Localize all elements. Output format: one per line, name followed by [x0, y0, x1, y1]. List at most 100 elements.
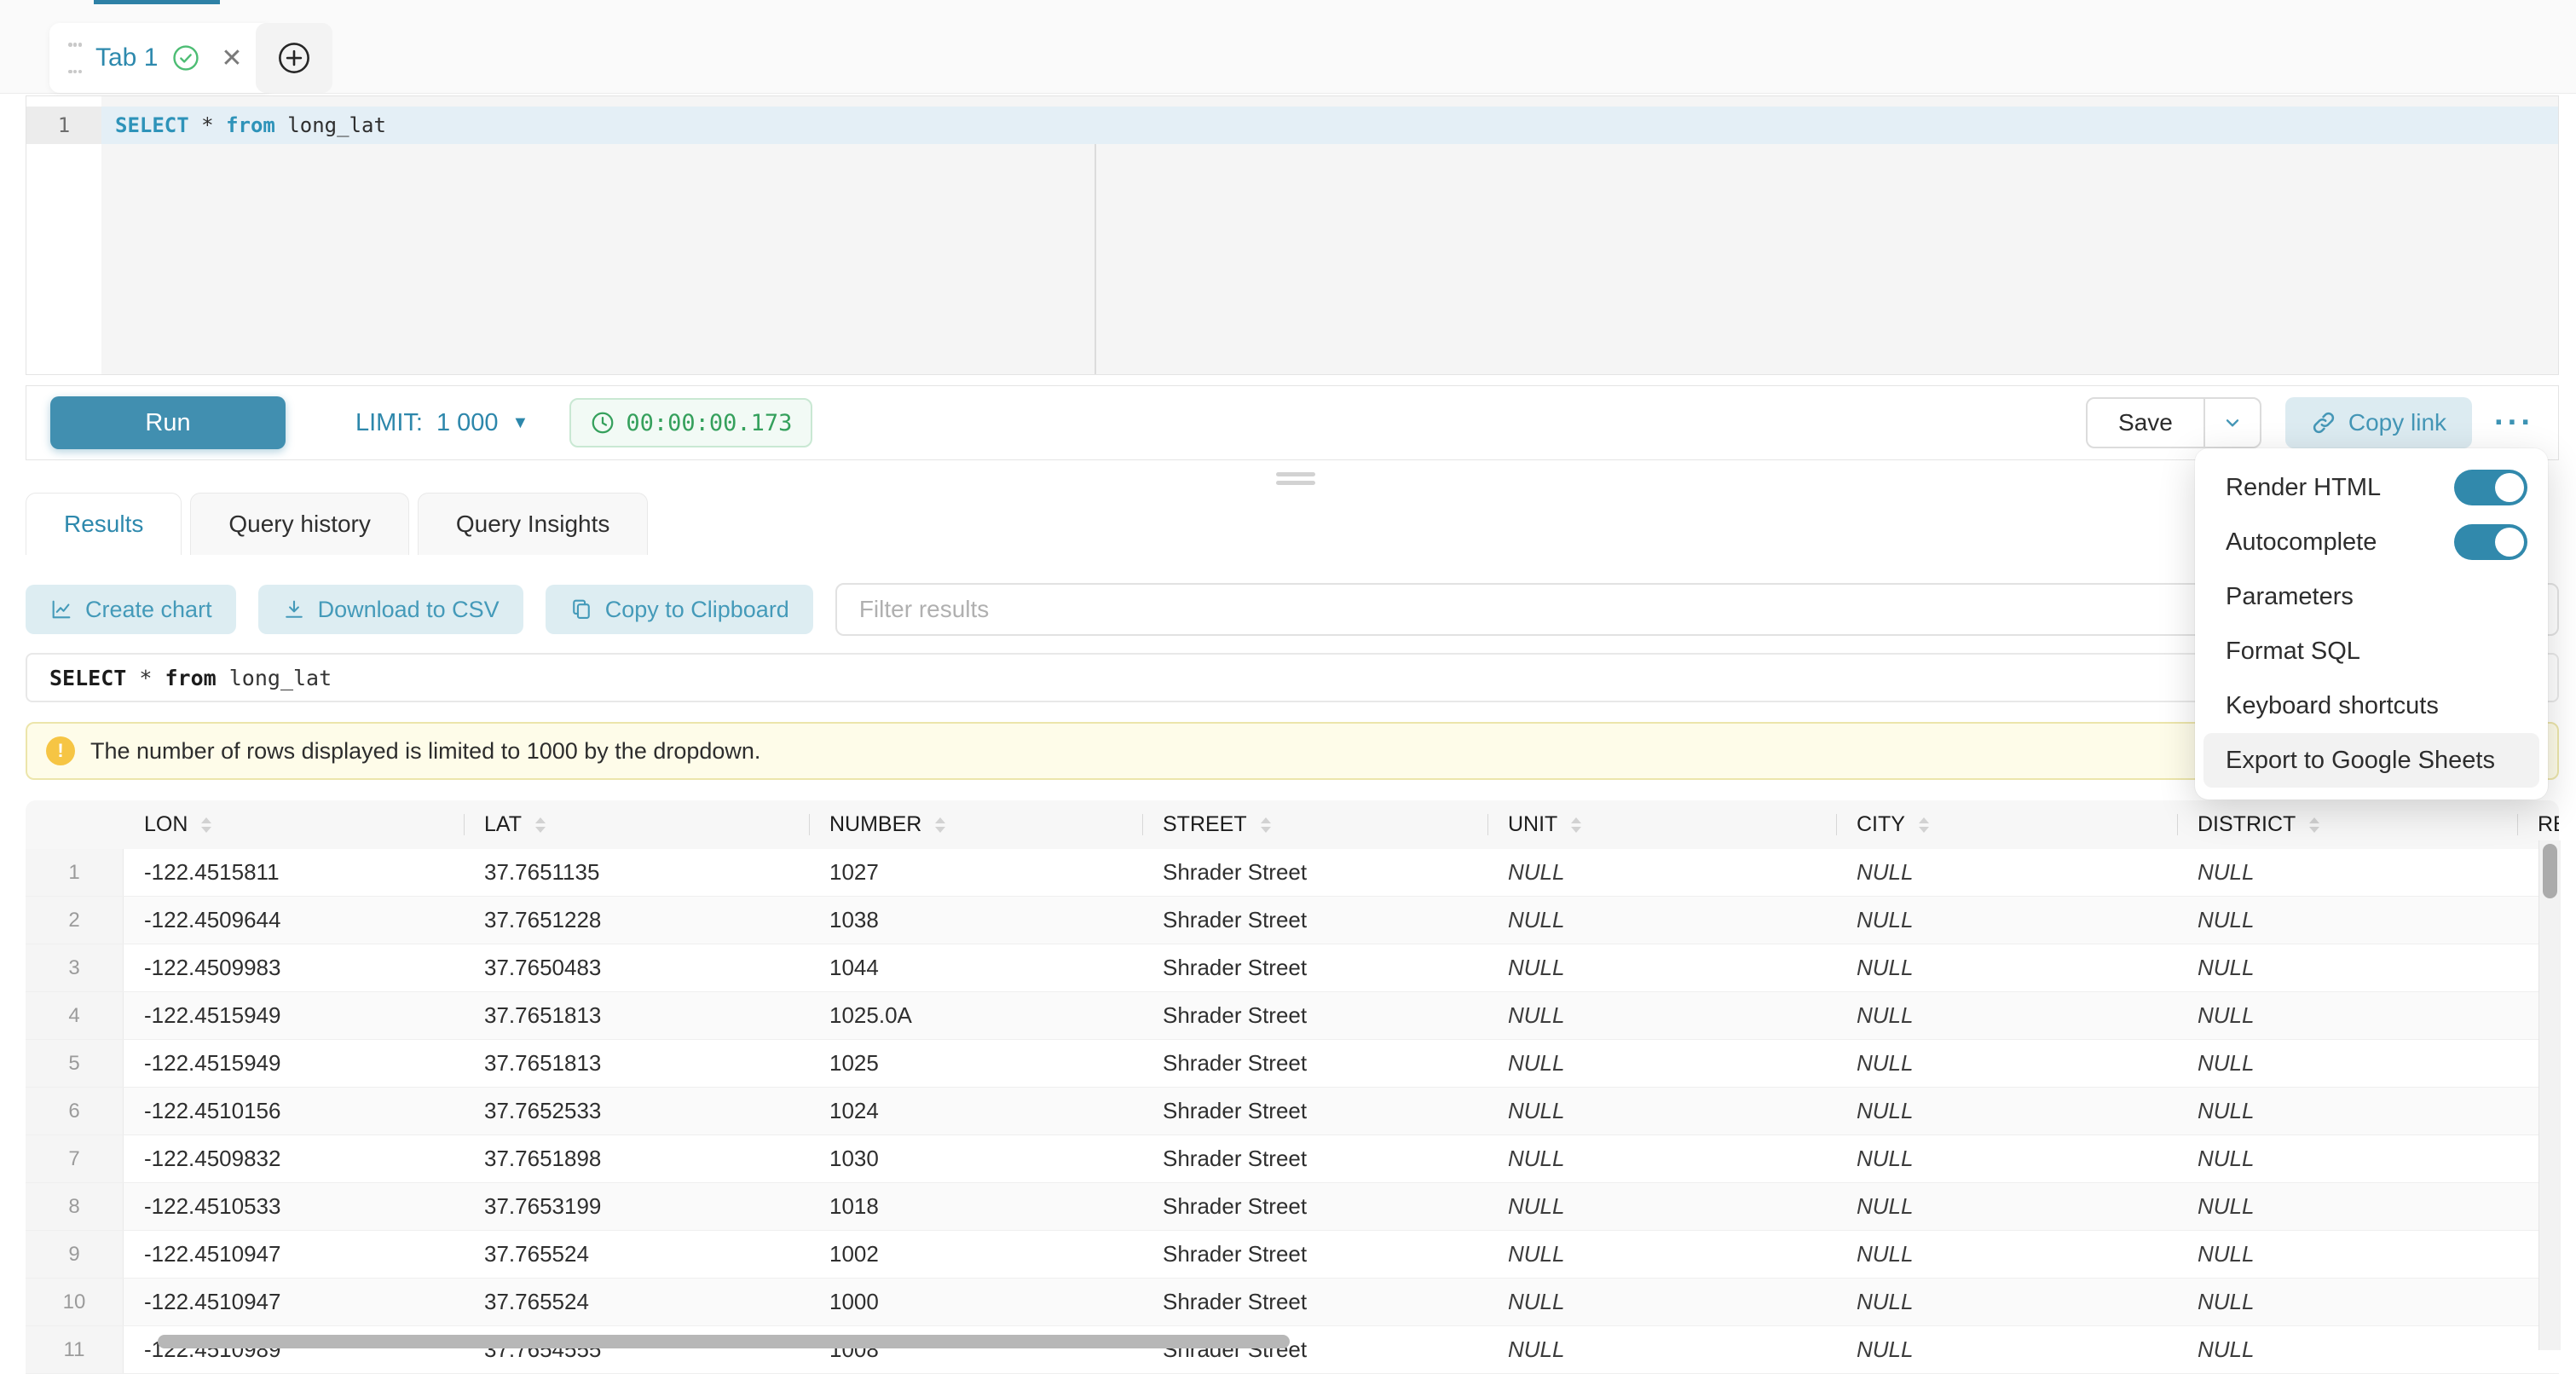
- pane-resize-handle[interactable]: [1276, 472, 1315, 489]
- menu-item-parameters[interactable]: Parameters: [2195, 569, 2548, 624]
- table-row[interactable]: 7-122.450983237.76518981030Shrader Stree…: [26, 1135, 2559, 1183]
- table-row[interactable]: 6-122.451015637.76525331024Shrader Stree…: [26, 1088, 2559, 1135]
- cell: NULL: [1836, 1088, 2177, 1134]
- cell: NULL: [2177, 1279, 2517, 1325]
- options-menu: Render HTML Autocomplete Parameters Format …: [2195, 448, 2548, 800]
- table-row[interactable]: 4-122.451594937.76518131025.0AShrader St…: [26, 992, 2559, 1040]
- warning-icon: !: [46, 736, 75, 765]
- cell: Shrader Street: [1142, 1135, 1487, 1182]
- menu-item-label: Render HTML: [2226, 474, 2381, 502]
- cell: NULL: [2177, 897, 2517, 944]
- cell: -122.4510947: [124, 1279, 464, 1325]
- more-options-button[interactable]: ···: [2494, 405, 2534, 442]
- run-button[interactable]: Run: [50, 396, 286, 449]
- table-row[interactable]: 3-122.450998337.76504831044Shrader Stree…: [26, 944, 2559, 992]
- cell: NULL: [2177, 944, 2517, 991]
- cell: Shrader Street: [1142, 1040, 1487, 1087]
- results-section: ResultsQuery historyQuery Insights Creat…: [26, 493, 2559, 1350]
- cell: Shrader Street: [1142, 992, 1487, 1039]
- column-header-lat[interactable]: LAT: [464, 800, 809, 849]
- cell: NULL: [1487, 1088, 1836, 1134]
- menu-item-label: Format SQL: [2226, 638, 2360, 666]
- limit-value: 1 000: [436, 409, 499, 437]
- table-row[interactable]: 5-122.451594937.76518131025Shrader Stree…: [26, 1040, 2559, 1088]
- vertical-scrollbar-thumb[interactable]: [2543, 844, 2557, 898]
- sort-icon[interactable]: [2309, 817, 2319, 833]
- sort-icon[interactable]: [1919, 817, 1929, 833]
- copy-clipboard-button[interactable]: Copy to Clipboard: [546, 585, 813, 634]
- query-success-icon: [171, 43, 200, 72]
- sort-icon[interactable]: [201, 817, 211, 833]
- cell: NULL: [1487, 1231, 1836, 1278]
- save-button[interactable]: Save: [2088, 399, 2203, 447]
- cell: NULL: [1487, 1183, 1836, 1230]
- link-icon: [2311, 410, 2336, 436]
- menu-item-export-to-google-sheets[interactable]: Export to Google Sheets: [2203, 733, 2539, 788]
- menu-item-autocomplete[interactable]: Autocomplete: [2195, 515, 2548, 569]
- column-header-district[interactable]: DISTRICT: [2177, 800, 2517, 849]
- results-tab-results[interactable]: Results: [26, 493, 182, 555]
- limit-dropdown[interactable]: LIMIT: 1 000 ▼: [355, 409, 528, 437]
- editor-pane-divider[interactable]: [1095, 144, 1096, 374]
- results-table: LONLATNUMBERSTREETUNITCITYDISTRICTRE 1-1…: [26, 800, 2559, 1374]
- save-options-button[interactable]: [2203, 399, 2260, 447]
- copy-link-button[interactable]: Copy link: [2285, 397, 2472, 448]
- active-line-highlight: [101, 107, 2558, 144]
- row-number: 7: [26, 1135, 124, 1182]
- cell: Shrader Street: [1142, 1088, 1487, 1134]
- sort-icon[interactable]: [535, 817, 546, 833]
- download-csv-button[interactable]: Download to CSV: [258, 585, 523, 634]
- table-row[interactable]: 8-122.451053337.76531991018Shrader Stree…: [26, 1183, 2559, 1231]
- cell: NULL: [1836, 1183, 2177, 1230]
- menu-item-label: Parameters: [2226, 583, 2354, 611]
- menu-item-label: Keyboard shortcuts: [2226, 692, 2439, 720]
- horizontal-scrollbar[interactable]: [158, 1335, 1290, 1348]
- table-row[interactable]: 11-122.451098937.76545551008Shrader Stre…: [26, 1326, 2559, 1374]
- sql-editor[interactable]: 1 SELECT * from long_lat: [26, 95, 2559, 375]
- tab-bar: Tab 1 ✕: [0, 0, 2576, 94]
- column-header-number[interactable]: NUMBER: [809, 800, 1142, 849]
- sort-icon[interactable]: [1571, 817, 1581, 833]
- limit-label: LIMIT:: [355, 409, 423, 437]
- column-header-lon[interactable]: LON: [124, 800, 464, 849]
- toggle-on-switch[interactable]: [2454, 470, 2527, 505]
- cell: NULL: [1487, 992, 1836, 1039]
- table-row[interactable]: 9-122.451094737.7655241002Shrader Street…: [26, 1231, 2559, 1279]
- drag-handle-icon[interactable]: [68, 43, 82, 73]
- cell: NULL: [1836, 849, 2177, 896]
- sort-icon[interactable]: [935, 817, 945, 833]
- results-tab-query-history[interactable]: Query history: [190, 493, 409, 555]
- column-header-city[interactable]: CITY: [1836, 800, 2177, 849]
- cell: NULL: [1836, 1135, 2177, 1182]
- query-timer-badge: 00:00:00.173: [569, 398, 812, 447]
- cell: -122.4509832: [124, 1135, 464, 1182]
- cell: -122.4509983: [124, 944, 464, 991]
- toggle-on-switch[interactable]: [2454, 524, 2527, 560]
- add-tab-button[interactable]: [256, 23, 332, 93]
- vertical-scrollbar-track[interactable]: [2538, 840, 2561, 1350]
- column-header-unit[interactable]: UNIT: [1487, 800, 1836, 849]
- table-row[interactable]: 10-122.451094737.7655241000Shrader Stree…: [26, 1279, 2559, 1326]
- create-chart-button[interactable]: Create chart: [26, 585, 236, 634]
- cell: 37.7651813: [464, 1040, 809, 1087]
- table-row[interactable]: 1-122.451581137.76511351027Shrader Stree…: [26, 849, 2559, 897]
- menu-item-format-sql[interactable]: Format SQL: [2195, 624, 2548, 678]
- row-number: 10: [26, 1279, 124, 1325]
- results-tab-query-insights[interactable]: Query Insights: [418, 493, 649, 555]
- close-tab-icon[interactable]: ✕: [221, 43, 242, 73]
- cell: -122.4515811: [124, 849, 464, 896]
- cell: NULL: [2177, 1231, 2517, 1278]
- executed-sql-bar: SELECT * from long_lat: [26, 653, 2559, 702]
- tab-1[interactable]: Tab 1 ✕: [49, 23, 273, 93]
- sort-icon[interactable]: [1261, 817, 1271, 833]
- tab-1-label: Tab 1: [95, 43, 158, 72]
- cell: 37.7650483: [464, 944, 809, 991]
- save-split-button: Save: [2086, 397, 2261, 448]
- row-number: 9: [26, 1231, 124, 1278]
- chart-icon: [49, 598, 73, 621]
- menu-item-render-html[interactable]: Render HTML: [2195, 460, 2548, 515]
- cell: 37.7651135: [464, 849, 809, 896]
- menu-item-keyboard-shortcuts[interactable]: Keyboard shortcuts: [2195, 678, 2548, 733]
- column-header-street[interactable]: STREET: [1142, 800, 1487, 849]
- table-row[interactable]: 2-122.450964437.76512281038Shrader Stree…: [26, 897, 2559, 944]
